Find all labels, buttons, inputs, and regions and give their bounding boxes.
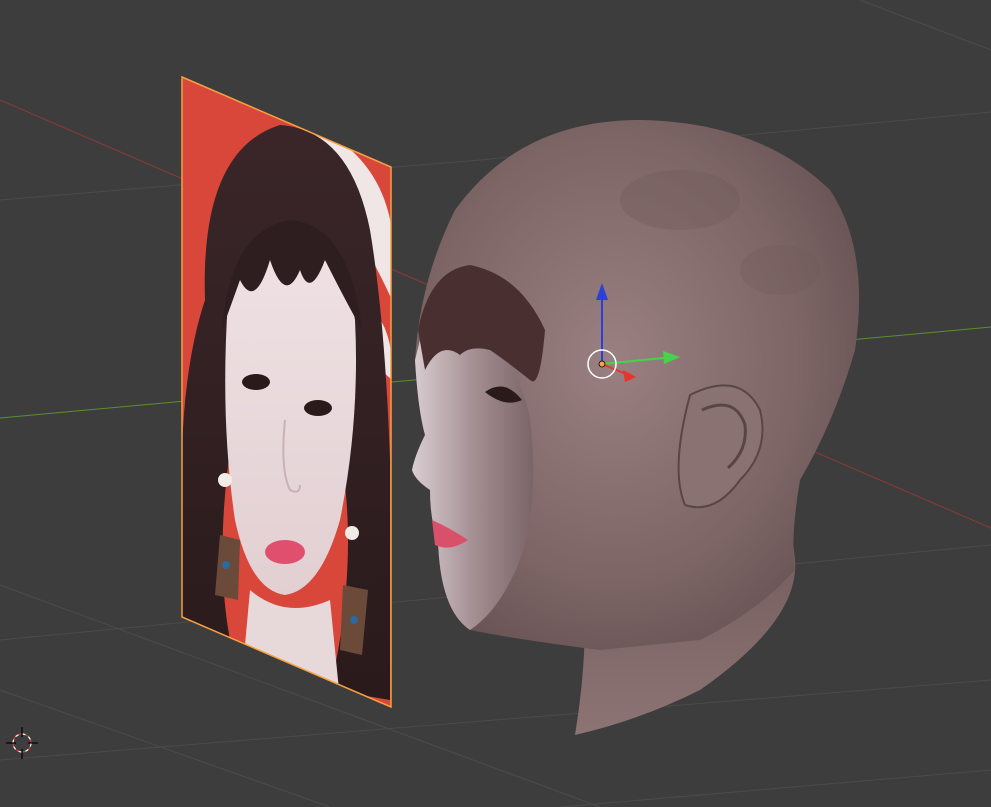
viewport-scene[interactable] xyxy=(0,0,991,807)
3d-viewport[interactable] xyxy=(0,0,991,807)
head-mesh[interactable] xyxy=(412,120,860,735)
3d-cursor-icon[interactable] xyxy=(6,727,38,759)
object-origin xyxy=(598,360,606,368)
reference-image-plane[interactable] xyxy=(181,75,392,709)
